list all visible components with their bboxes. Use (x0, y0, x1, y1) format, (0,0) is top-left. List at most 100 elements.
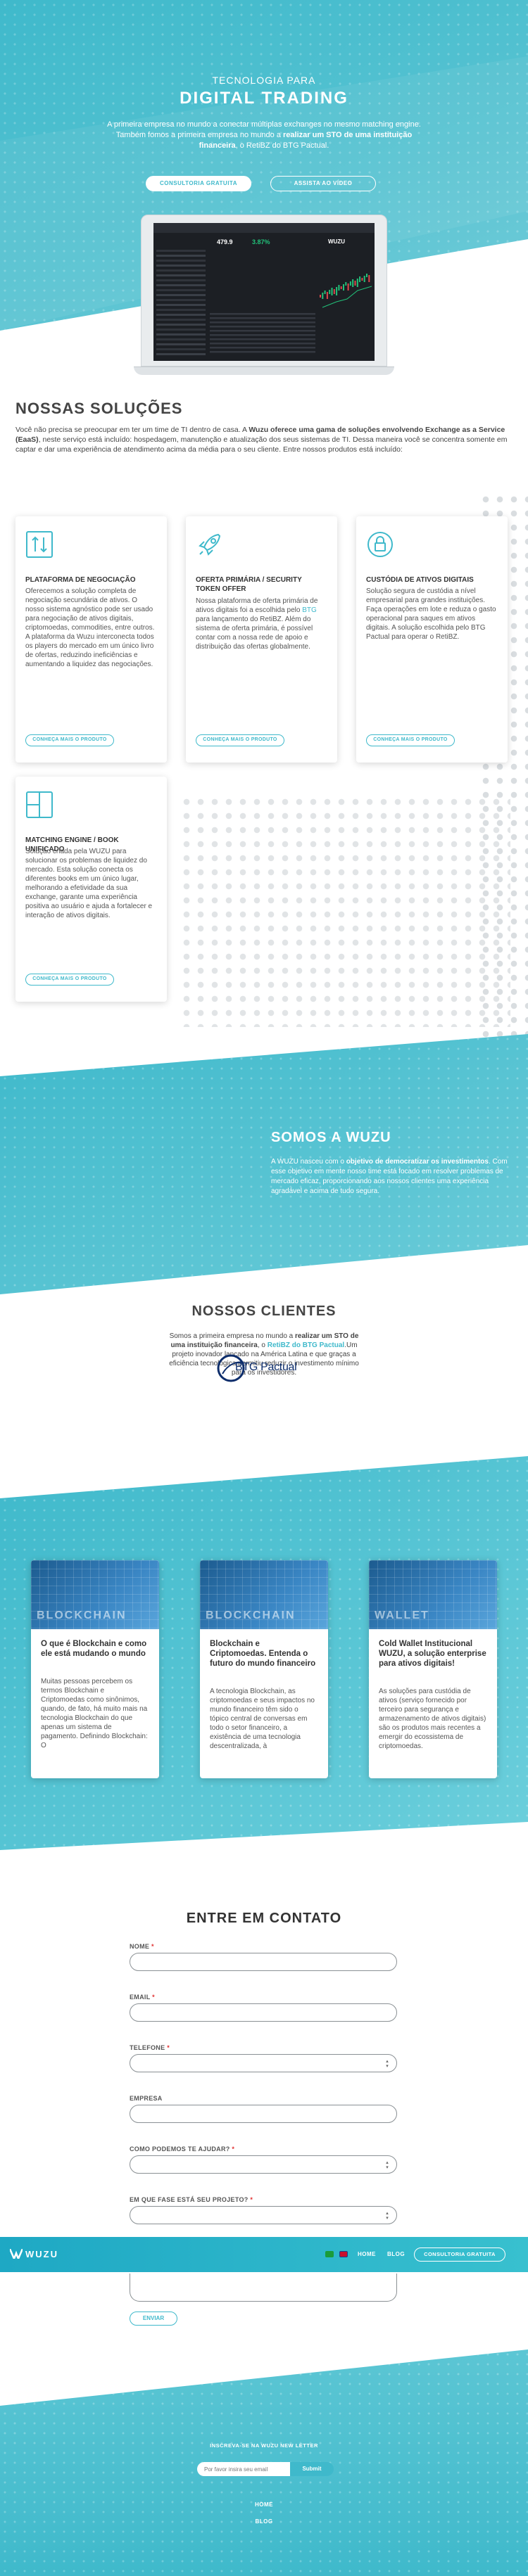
blog-post-card[interactable]: BLOCKCHAIN O que é Blockchain e como ele… (31, 1560, 159, 1778)
us-flag-icon[interactable] (339, 2251, 348, 2257)
company-label: EMPRESA (130, 2095, 163, 2102)
blog-post-excerpt: Muitas pessoas percebem os termos Blockc… (41, 1678, 148, 1749)
orderbook-row (156, 304, 206, 306)
clients-title: NOSSOS CLIENTES (191, 1303, 337, 1319)
candle (338, 285, 340, 291)
blog-post-excerpt: As soluções para custódia de ativos (ser… (379, 1688, 486, 1750)
candle (352, 279, 354, 287)
blog-post-image: BLOCKCHAIN (31, 1560, 159, 1629)
project-phase-select[interactable]: ▴ ▾ (130, 2206, 397, 2224)
learn-more-button[interactable]: CONHEÇA MAIS O PRODUTO (196, 734, 284, 746)
blog-post-card[interactable]: BLOCKCHAIN Blockchain e Criptomoedas. En… (200, 1560, 328, 1778)
trades-row (210, 334, 315, 336)
orderbook-row (156, 309, 206, 311)
newsletter-submit-button[interactable]: Submit (290, 2462, 334, 2476)
solution-card-custody: CUSTÓDIA DE ATIVOS DIGITAIS Solução segu… (356, 516, 508, 763)
orderbook-row (156, 319, 206, 321)
laptop-base (134, 366, 394, 375)
card-text: Solução segura de custódia a nível empre… (366, 587, 496, 641)
brazil-flag-icon[interactable] (325, 2251, 334, 2257)
card-title: OFERTA PRIMÁRIA / SECURITY TOKEN OFFER (196, 576, 302, 593)
card-text: Nossa plataforma de oferta primária de a… (196, 597, 318, 651)
matching-engine-icon (26, 791, 53, 818)
candle (326, 292, 328, 299)
footer-home-link[interactable]: HOME (0, 2501, 528, 2508)
blog-post-title[interactable]: Cold Wallet Institucional WUZU, a soluçã… (379, 1639, 487, 1669)
card-title: CUSTÓDIA DE ATIVOS DIGITAIS (366, 576, 474, 584)
orderbook-row (156, 314, 206, 316)
orderbook-row (156, 329, 206, 331)
learn-more-button[interactable]: CONHEÇA MAIS O PRODUTO (25, 974, 114, 986)
learn-more-button[interactable]: CONHEÇA MAIS O PRODUTO (25, 734, 114, 746)
newsletter-label: INSCREVA-SE NA WUZU NEW LETTER (210, 2442, 318, 2449)
candle (329, 290, 331, 294)
card-text: Oferecemos a solução completa de negocia… (25, 587, 155, 668)
hero-description: A primeira empresa no mundo a conectar m… (107, 120, 421, 150)
card-title: PLATAFORMA DE NEGOCIAÇÃO (25, 576, 136, 584)
help-select[interactable]: ▴ ▾ (130, 2155, 397, 2174)
decor-dots-bottom (180, 795, 510, 1027)
candle (356, 279, 358, 287)
about-text: A WUZU nasceu com o objetivo de democrat… (271, 1158, 508, 1195)
solution-card-sto: OFERTA PRIMÁRIA / SECURITY TOKEN OFFER N… (186, 516, 337, 763)
candle (333, 289, 335, 294)
orderbook-row (156, 284, 206, 286)
send-button[interactable]: ENVIAR (130, 2312, 177, 2326)
trading-screen-graphics (156, 250, 372, 355)
rocket-icon (199, 533, 221, 556)
project-phase-label: EM QUE FASE ESTÁ SEU PROJETO? * (130, 2196, 253, 2203)
phone-label: TELEFONE * (130, 2044, 170, 2051)
free-consulting-button[interactable]: CONSULTORIA GRATUITA (146, 176, 251, 191)
orderbook-row (156, 255, 206, 257)
candle (343, 284, 344, 291)
blog-post-card[interactable]: WALLET Cold Wallet Institucional WUZU, a… (369, 1560, 497, 1778)
message-textarea[interactable] (130, 2274, 397, 2302)
candle (331, 288, 333, 295)
blog-post-title[interactable]: O que é Blockchain e como ele está mudan… (41, 1639, 149, 1659)
orderbook-row (156, 333, 206, 336)
orderbook-row (156, 324, 206, 326)
nav-consulting-button[interactable]: CONSULTORIA GRATUITA (414, 2247, 505, 2262)
trades-row (210, 338, 315, 340)
trades-row (210, 347, 315, 349)
trades-row (210, 321, 315, 324)
select-arrows-icon: ▴ ▾ (386, 2211, 389, 2221)
candle (359, 276, 361, 282)
email-field[interactable] (130, 2003, 397, 2022)
blog-post-title[interactable]: Blockchain e Criptomoedas. Entenda o fut… (210, 1639, 318, 1669)
blog-post-image: BLOCKCHAIN (200, 1560, 328, 1629)
candle (345, 282, 347, 286)
solution-card-trading: PLATAFORMA DE NEGOCIAÇÃO Oferecemos a so… (15, 516, 167, 763)
trades-row (210, 330, 315, 332)
solution-card-matching: MATCHING ENGINE / BOOK UNIFICADO Solução… (15, 777, 167, 1002)
nav-home-link[interactable]: HOME (358, 2251, 376, 2257)
btg-pactual-logo[interactable]: BTG Pactual (217, 1354, 311, 1382)
wuzu-logo-icon (10, 2249, 23, 2259)
company-field[interactable] (130, 2105, 397, 2123)
btg-logo-text: BTG Pactual (235, 1361, 297, 1373)
nav-logo-text[interactable]: WUZU (25, 2249, 58, 2259)
trades-row (210, 313, 315, 315)
candle (324, 291, 326, 294)
candle (349, 281, 351, 286)
orderbook-row (156, 299, 206, 301)
price-line (322, 286, 372, 308)
trading-screen: 479.9 3.87% WUZU (153, 223, 375, 361)
candle (320, 295, 321, 298)
candle (340, 286, 342, 289)
candle (354, 281, 356, 286)
orderbook-row (156, 353, 206, 355)
candle (347, 283, 349, 291)
phone-field[interactable]: ▴ ▾ (130, 2054, 397, 2072)
solutions-intro: Você não precisa se preocupar em ter um … (15, 426, 508, 454)
hero-title: DIGITAL TRADING (180, 89, 348, 108)
watch-video-button[interactable]: ASSISTA AO VÍDEO (270, 176, 376, 191)
newsletter-email-input[interactable] (197, 2462, 290, 2476)
nav-blog-link[interactable]: BLOG (387, 2251, 405, 2257)
card-text: Solução criada pela WUZU para solucionar… (25, 848, 153, 919)
trade-arrows-icon (26, 531, 53, 558)
candle (368, 275, 370, 282)
footer-blog-link[interactable]: BLOG (0, 2518, 528, 2525)
name-field[interactable] (130, 1953, 397, 1971)
learn-more-button[interactable]: CONHEÇA MAIS O PRODUTO (366, 734, 455, 746)
